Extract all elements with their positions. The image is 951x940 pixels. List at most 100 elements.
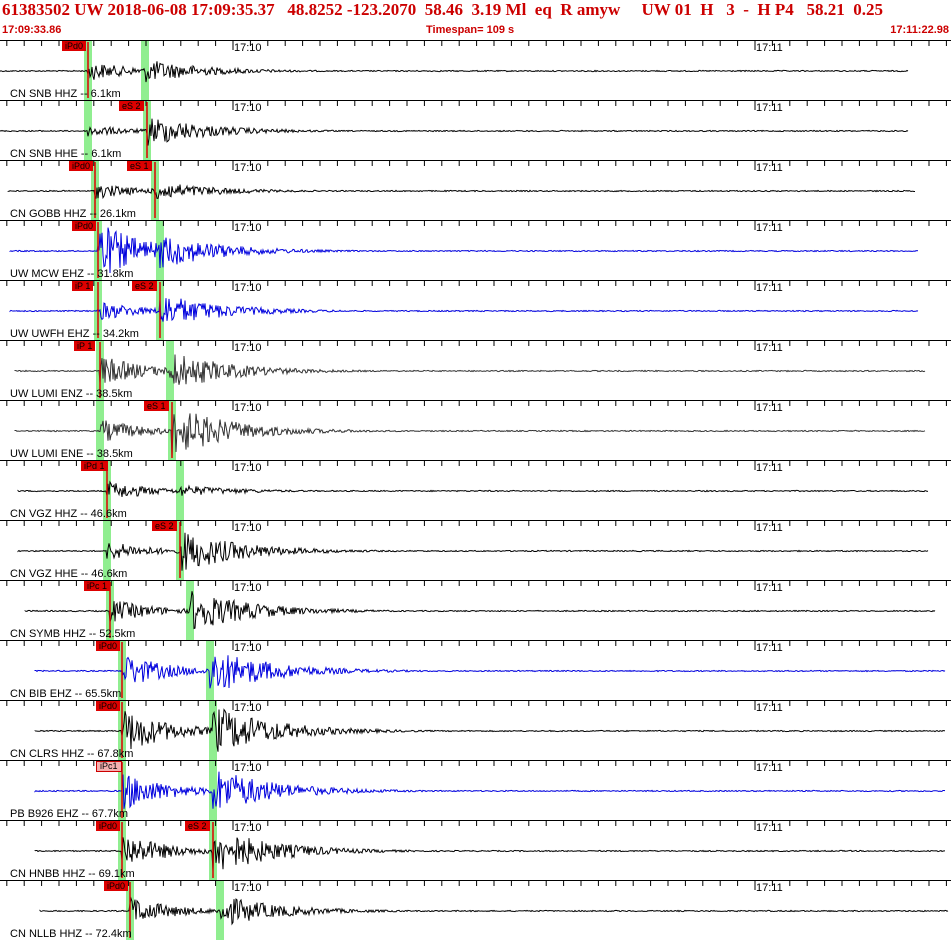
channel-label: UW LUMI ENZ -- 38.5km <box>10 388 133 400</box>
channel-label: UW LUMI ENE -- 38.5km <box>10 448 133 460</box>
waveform-canvas <box>0 760 951 820</box>
waveform-trace <box>17 532 929 571</box>
seismogram-panel[interactable]: 17:10 17:11 iP 1 eS 2 UW UWFH EHZ -- 34.2km <box>0 280 951 340</box>
waveform-canvas <box>0 700 951 760</box>
channel-label: CN VGZ HHZ -- 46.6km <box>10 508 127 520</box>
end-time: 17:11:22.98 <box>890 24 949 36</box>
waveform-trace <box>0 61 909 83</box>
s-pick-label[interactable]: eS 2 <box>185 821 210 831</box>
timespan-label: Timespan= 109 s <box>426 24 515 36</box>
seismogram-panel[interactable]: 17:10 17:11 iPd0 eS 1 CN GOBB HHZ -- 26.1km <box>0 160 951 220</box>
p-pick-label[interactable]: iPd0 <box>96 821 121 831</box>
time-tick-label: 17:11 <box>756 582 783 594</box>
time-tick-label: 17:10 <box>234 882 262 894</box>
time-tick-label: 17:10 <box>234 282 262 294</box>
time-tick-label: 17:11 <box>756 522 783 534</box>
seismogram-panel[interactable]: 17:10 17:11 eS 2 CN VGZ HHE -- 46.6km <box>0 520 951 580</box>
waveform-canvas <box>0 580 951 640</box>
time-tick-label: 17:11 <box>756 822 783 834</box>
seismogram-panel[interactable]: 17:10 17:11 iPd0 eS 2 CN HNBB HHZ -- 69.1km <box>0 820 951 880</box>
channel-label: CN BIB EHZ -- 65.5km <box>10 688 122 700</box>
s-window-band <box>209 760 217 820</box>
waveform-trace <box>34 837 945 872</box>
time-tick-label: 17:11 <box>756 342 783 354</box>
waveform-trace <box>14 354 926 385</box>
time-tick-label: 17:10 <box>234 42 262 54</box>
time-tick-label: 17:10 <box>234 402 262 414</box>
s-pick-label[interactable]: eS 1 <box>127 161 152 171</box>
time-tick-label: 17:10 <box>234 222 262 234</box>
seismogram-panel[interactable]: 17:10 17:11 eS 1 UW LUMI ENE -- 38.5km <box>0 400 951 460</box>
seismogram-panel[interactable]: 17:10 17:11 iPd0 CN NLLB HHZ -- 72.4km <box>0 880 951 940</box>
seismogram-panel[interactable]: 17:10 17:11 iPd0 UW MCW EHZ -- 31.8km <box>0 220 951 280</box>
waveform-canvas <box>0 340 951 400</box>
channel-label: CN GOBB HHZ -- 26.1km <box>10 208 136 220</box>
channel-label: CN SYMB HHZ -- 52.5km <box>10 628 136 640</box>
waveform-trace <box>0 118 909 146</box>
seismogram-panel[interactable]: 17:10 17:11 eS 2 CN SNB HHE -- 6.1km <box>0 100 951 160</box>
start-time: 17:09:33.86 <box>2 24 62 36</box>
seismogram-panels[interactable]: 17:10 17:11 iPd0 CN SNB HHZ -- 6.1km 17:10 17… <box>0 40 951 940</box>
time-tick-label: 17:10 <box>234 762 262 774</box>
time-tick-label: 17:11 <box>756 42 783 54</box>
s-pick-label[interactable]: eS 2 <box>152 521 177 531</box>
waveform-trace <box>34 655 946 689</box>
time-tick-label: 17:10 <box>234 702 262 714</box>
waveform-canvas <box>0 520 951 580</box>
time-tick-label: 17:10 <box>234 522 262 534</box>
p-pick-label[interactable]: iPd0 <box>62 41 87 51</box>
seismogram-panel[interactable]: 17:10 17:11 iPd0 CN CLRS HHZ -- 67.8km <box>0 700 951 760</box>
waveform-canvas <box>0 400 951 460</box>
waveform-trace <box>7 184 915 200</box>
waveform-canvas <box>0 820 951 880</box>
channel-label: CN SNB HHE -- 6.1km <box>10 148 122 160</box>
waveform-canvas <box>0 640 951 700</box>
time-tick-label: 17:11 <box>756 762 783 774</box>
p-pick-label[interactable]: iPc 1 <box>84 581 111 591</box>
seismogram-panel[interactable]: 17:10 17:11 iPc1 PB B926 EHZ -- 67.7km <box>0 760 951 820</box>
waveform-canvas <box>0 40 951 100</box>
channel-label: UW MCW EHZ -- 31.8km <box>10 268 134 280</box>
waveform-trace <box>14 413 926 457</box>
waveform-canvas <box>0 460 951 520</box>
channel-label: CN CLRS HHZ -- 67.8km <box>10 748 134 760</box>
seismogram-panel[interactable]: 17:10 17:11 iPc 1 CN SYMB HHZ -- 52.5km <box>0 580 951 640</box>
seismogram-panel[interactable]: 17:10 17:11 iP 1 UW LUMI ENZ -- 38.5km <box>0 340 951 400</box>
channel-label: CN SNB HHZ -- 6.1km <box>10 88 121 100</box>
time-tick-label: 17:11 <box>756 462 783 474</box>
time-tick-label: 17:10 <box>234 642 262 654</box>
p-pick-label[interactable]: iP 1 <box>74 341 96 351</box>
s-pick-label[interactable]: eS 1 <box>144 401 169 411</box>
waveform-canvas <box>0 880 951 940</box>
waveform-canvas <box>0 220 951 280</box>
s-pick-label[interactable]: eS 2 <box>132 281 157 291</box>
p-pick-label[interactable]: iPc1 <box>96 761 122 772</box>
waveform-trace <box>17 480 929 497</box>
waveform-trace <box>34 771 946 809</box>
seismogram-panel[interactable]: 17:10 17:11 iPd0 CN SNB HHZ -- 6.1km <box>0 40 951 100</box>
p-pick-label[interactable]: iPd0 <box>72 221 97 231</box>
p-pick-label[interactable]: iPd0 <box>104 881 129 891</box>
time-tick-label: 17:11 <box>756 222 783 234</box>
time-tick-label: 17:11 <box>756 882 783 894</box>
p-pick-label[interactable]: iPd0 <box>96 701 121 711</box>
time-tick-label: 17:11 <box>756 702 783 714</box>
channel-label: CN NLLB HHZ -- 72.4km <box>10 928 132 940</box>
p-pick-label[interactable]: iPd0 <box>69 161 94 171</box>
time-tick-label: 17:10 <box>234 822 262 834</box>
time-tick-label: 17:11 <box>756 102 783 114</box>
waveform-trace <box>9 227 919 274</box>
time-tick-label: 17:11 <box>756 402 783 414</box>
seismogram-panel[interactable]: 17:10 17:11 iPd0 CN BIB EHZ -- 65.5km <box>0 640 951 700</box>
s-pick-label[interactable]: eS 2 <box>119 101 144 111</box>
waveform-trace <box>39 896 949 926</box>
waveform-trace <box>9 298 919 322</box>
p-pick-label[interactable]: iP 1 <box>72 281 94 291</box>
channel-label: PB B926 EHZ -- 67.7km <box>10 808 128 820</box>
p-pick-label[interactable]: iPd0 <box>96 641 121 651</box>
channel-label: UW UWFH EHZ -- 34.2km <box>10 328 139 340</box>
seismogram-panel[interactable]: 17:10 17:11 iPd 1 CN VGZ HHZ -- 46.6km <box>0 460 951 520</box>
p-pick-label[interactable]: iPd 1 <box>81 461 108 471</box>
waveform-trace <box>24 591 936 630</box>
header: 61383502 UW 2018-06-08 17:09:35.37 48.82… <box>0 0 951 40</box>
